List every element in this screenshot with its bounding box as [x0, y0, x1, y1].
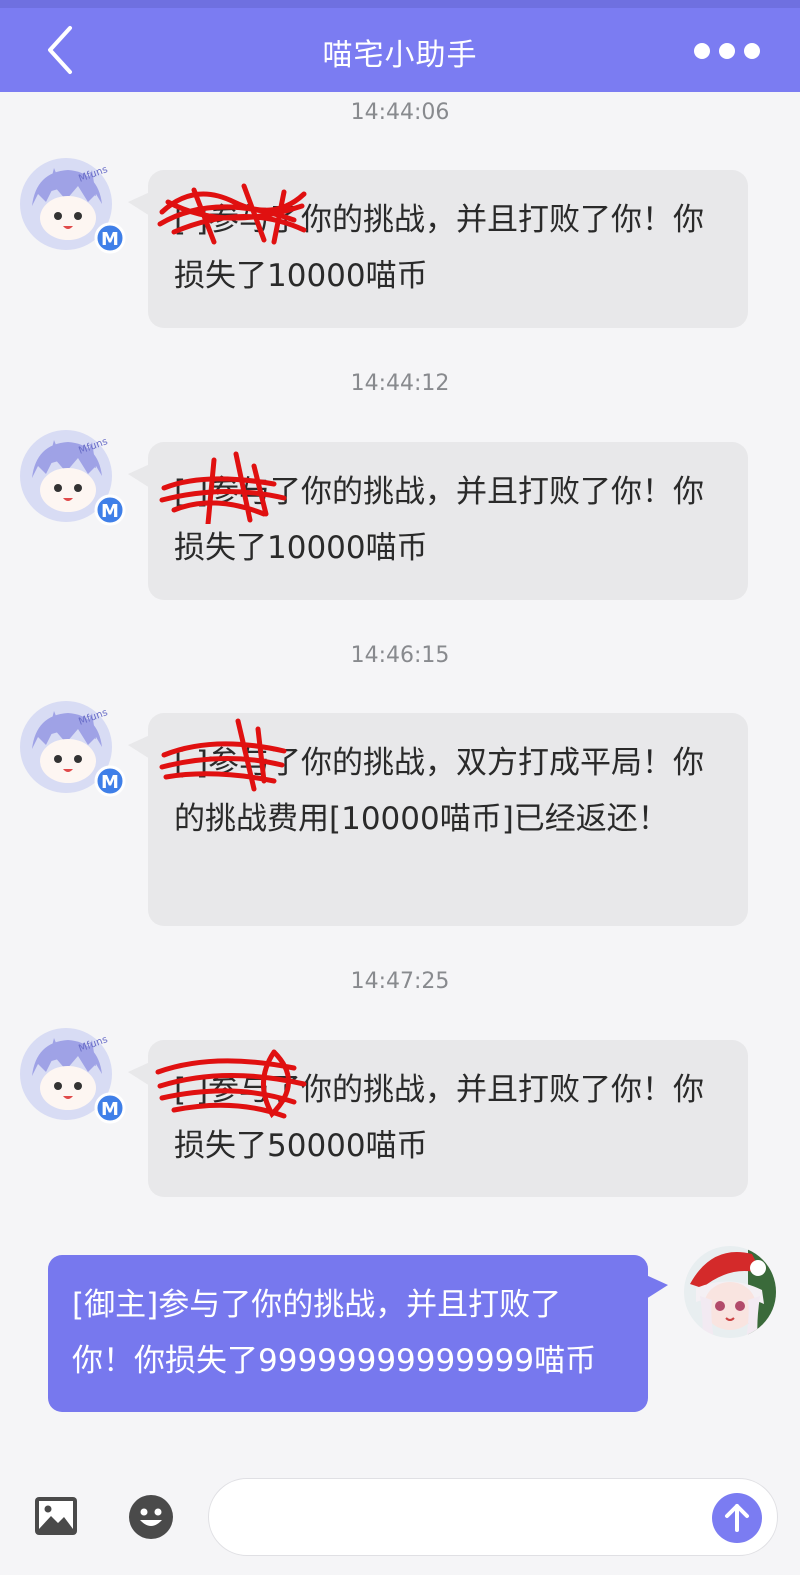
- svg-text:M: M: [101, 229, 119, 250]
- composer-bar: [0, 1456, 800, 1575]
- send-button[interactable]: [712, 1493, 762, 1543]
- svg-text:M: M: [101, 501, 119, 522]
- avatar[interactable]: Mfuns M: [18, 428, 126, 526]
- message-bubble[interactable]: [ ]参与了你的挑战，并且打败了你！你损失了50000喵币: [128, 1040, 748, 1197]
- message-text: [ ]参与了你的挑战，并且打败了你！你损失了10000喵币: [174, 474, 705, 566]
- image-button[interactable]: [34, 1496, 78, 1536]
- page-title: 喵宅小助手: [322, 38, 478, 73]
- emoji-icon: [129, 1495, 173, 1539]
- mascot-avatar-icon: Mfuns M: [20, 701, 126, 797]
- top-bar: 喵宅小助手: [0, 0, 800, 92]
- message-text: [ ]参与了你的挑战，双方打成平局！你的挑战费用[10000喵币]已经返还！: [174, 745, 705, 837]
- user-avatar-icon: [684, 1246, 776, 1338]
- message-bubble[interactable]: [ ]参与了你的挑战，双方打成平局！你的挑战费用[10000喵币]已经返还！: [128, 713, 748, 926]
- avatar[interactable]: Mfuns M: [18, 699, 126, 797]
- avatar[interactable]: Mfuns M: [18, 156, 126, 254]
- message-bubble[interactable]: [ ]参与了你的挑战，并且打败了你！你损失了10000喵币: [128, 170, 748, 328]
- message-timestamp: 14:44:06: [350, 100, 450, 125]
- svg-text:M: M: [101, 772, 119, 793]
- avatar[interactable]: Mfuns M: [18, 1026, 126, 1124]
- more-icon: [694, 43, 760, 59]
- own-message-bubble[interactable]: [御主]参与了你的挑战，并且打败了你！你损失了99999999999999喵币: [48, 1255, 668, 1412]
- message-bubble[interactable]: [ ]参与了你的挑战，并且打败了你！你损失了10000喵币: [128, 442, 748, 600]
- mascot-avatar-icon: Mfuns M: [20, 1028, 126, 1124]
- send-arrow-icon: [725, 1504, 749, 1532]
- message-timestamp: 14:44:12: [350, 371, 450, 396]
- svg-text:M: M: [101, 1099, 119, 1120]
- message-timestamp: 14:47:25: [350, 969, 450, 994]
- message-input[interactable]: [208, 1478, 778, 1556]
- emoji-button[interactable]: [128, 1494, 174, 1540]
- image-icon: [35, 1497, 77, 1535]
- message-timestamp: 14:46:15: [350, 643, 450, 668]
- mascot-avatar-icon: Mfuns M: [20, 158, 126, 254]
- more-button[interactable]: [692, 34, 762, 68]
- message-text: [ ]参与了你的挑战，并且打败了你！你损失了10000喵币: [174, 202, 705, 294]
- user-avatar[interactable]: [682, 1244, 778, 1340]
- message-text: [ ]参与了你的挑战，并且打败了你！你损失了50000喵币: [174, 1072, 705, 1164]
- message-text: [御主]参与了你的挑战，并且打败了你！你损失了99999999999999喵币: [72, 1287, 597, 1379]
- mascot-avatar-icon: Mfuns M: [20, 430, 126, 526]
